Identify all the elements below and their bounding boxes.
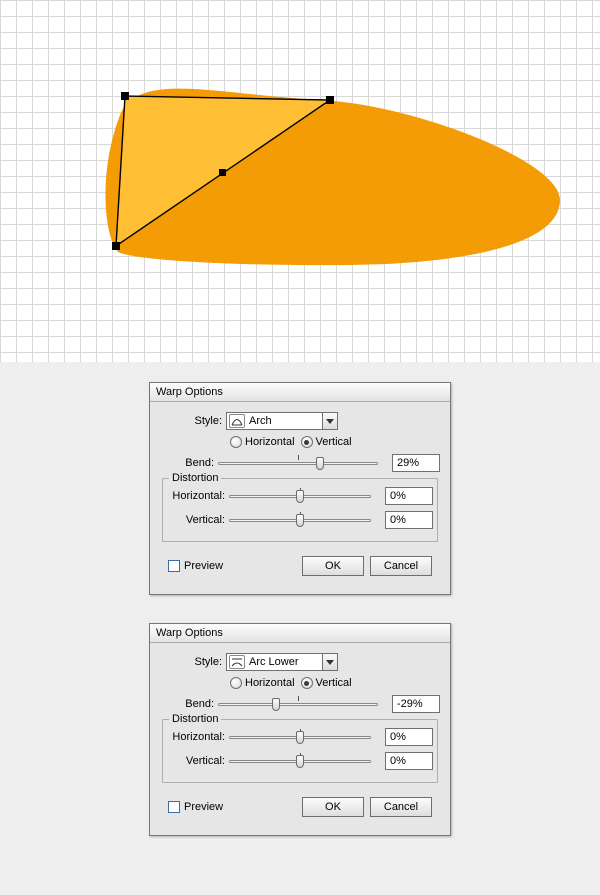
- orientation-group: Horizontal Vertical: [230, 677, 352, 689]
- dist-v-label: Vertical:: [167, 514, 229, 526]
- dist-h-input[interactable]: [385, 728, 433, 746]
- style-label: Style:: [160, 656, 226, 668]
- bend-label: Bend:: [160, 698, 218, 710]
- bend-slider[interactable]: [218, 455, 378, 471]
- dist-h-label: Horizontal:: [167, 490, 229, 502]
- dist-v-input[interactable]: [385, 511, 433, 529]
- preview-checkbox[interactable]: Preview: [168, 801, 223, 813]
- chevron-down-icon: [322, 413, 337, 429]
- dialogs-container: Warp Options Style: Arch Horizontal Ver: [0, 362, 600, 890]
- dist-v-label: Vertical:: [167, 755, 229, 767]
- bend-slider[interactable]: [218, 696, 378, 712]
- bend-input[interactable]: [392, 454, 440, 472]
- distortion-legend: Distortion: [169, 472, 221, 484]
- orientation-horizontal-radio[interactable]: Horizontal: [230, 677, 295, 689]
- ok-button[interactable]: OK: [302, 556, 364, 576]
- radio-label: Vertical: [316, 677, 352, 689]
- checkbox-label: Preview: [184, 801, 223, 813]
- dist-h-label: Horizontal:: [167, 731, 229, 743]
- warp-style-icon: [229, 414, 245, 428]
- illustration: [0, 0, 600, 362]
- bend-input[interactable]: [392, 695, 440, 713]
- orientation-group: Horizontal Vertical: [230, 436, 352, 448]
- bend-label: Bend:: [160, 457, 218, 469]
- style-value: Arch: [248, 415, 322, 427]
- dist-v-input[interactable]: [385, 752, 433, 770]
- orientation-vertical-radio[interactable]: Vertical: [301, 436, 352, 448]
- warp-options-dialog: Warp Options Style: Arc Lower Horizontal: [149, 623, 451, 836]
- style-dropdown[interactable]: Arc Lower: [226, 653, 338, 671]
- radio-label: Horizontal: [245, 436, 295, 448]
- radio-label: Horizontal: [245, 677, 295, 689]
- orientation-vertical-radio[interactable]: Vertical: [301, 677, 352, 689]
- dist-h-slider[interactable]: [229, 488, 371, 504]
- radio-label: Vertical: [316, 436, 352, 448]
- ok-button[interactable]: OK: [302, 797, 364, 817]
- style-label: Style:: [160, 415, 226, 427]
- cancel-button[interactable]: Cancel: [370, 797, 432, 817]
- style-value: Arc Lower: [248, 656, 322, 668]
- dist-v-slider[interactable]: [229, 512, 371, 528]
- orientation-horizontal-radio[interactable]: Horizontal: [230, 436, 295, 448]
- warp-style-icon: [229, 655, 245, 669]
- chevron-down-icon: [322, 654, 337, 670]
- dist-h-slider[interactable]: [229, 729, 371, 745]
- distortion-fieldset: Distortion Horizontal: Vertical:: [162, 478, 438, 542]
- distortion-fieldset: Distortion Horizontal: Vertical:: [162, 719, 438, 783]
- preview-checkbox[interactable]: Preview: [168, 560, 223, 572]
- dialog-title: Warp Options: [150, 624, 450, 643]
- distortion-legend: Distortion: [169, 713, 221, 725]
- style-dropdown[interactable]: Arch: [226, 412, 338, 430]
- cancel-button[interactable]: Cancel: [370, 556, 432, 576]
- dist-v-slider[interactable]: [229, 753, 371, 769]
- dialog-title: Warp Options: [150, 383, 450, 402]
- artboard-canvas[interactable]: [0, 0, 600, 362]
- dist-h-input[interactable]: [385, 487, 433, 505]
- warp-options-dialog: Warp Options Style: Arch Horizontal Ver: [149, 382, 451, 595]
- checkbox-label: Preview: [184, 560, 223, 572]
